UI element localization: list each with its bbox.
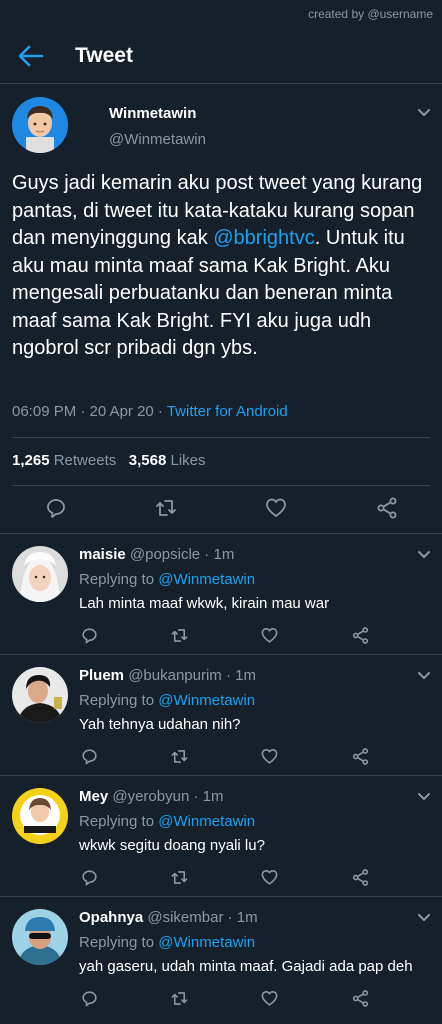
reply-header: Pluem @bukanpurim · 1m [79, 667, 256, 684]
reply-avatar[interactable] [12, 788, 68, 844]
top-bar: Tweet [0, 0, 442, 84]
replying-to: Replying to @Winmetawin [79, 692, 255, 709]
reply-icon[interactable] [80, 868, 99, 887]
retweet-label[interactable]: Retweets [54, 452, 117, 469]
heart-icon[interactable] [260, 626, 279, 645]
reply-header: Opahnya @sikembar · 1m [79, 909, 258, 926]
reply-item[interactable]: maisie @popsicle · 1m Replying to @Winme… [0, 534, 442, 654]
reply-icon[interactable] [80, 626, 99, 645]
page-title: Tweet [75, 44, 133, 67]
replying-mention-link[interactable]: @Winmetawin [158, 813, 255, 830]
retweet-icon[interactable] [170, 626, 189, 645]
reply-author-handle[interactable]: @popsicle [130, 546, 200, 563]
reply-avatar[interactable] [12, 667, 68, 723]
tweet-timestamp: 06:09 PM · 20 Apr 20 · [12, 403, 167, 420]
tweet-meta: 06:09 PM · 20 Apr 20 · Twitter for Andro… [12, 403, 288, 420]
replying-mention-link[interactable]: @Winmetawin [158, 934, 255, 951]
replying-mention-link[interactable]: @Winmetawin [158, 692, 255, 709]
retweet-icon[interactable] [154, 496, 178, 520]
reply-author-handle[interactable]: @yerobyun [112, 788, 189, 805]
author-handle[interactable]: @Winmetawin [109, 131, 206, 148]
divider [12, 485, 430, 486]
chevron-down-icon[interactable] [417, 671, 431, 681]
replying-label: Replying to [79, 692, 159, 709]
heart-icon[interactable] [264, 496, 288, 520]
replying-label: Replying to [79, 813, 159, 830]
reply-author-name[interactable]: Opahnya [79, 909, 143, 926]
reply-text: yah gaseru, udah minta maaf. Gajadi ada … [79, 958, 413, 975]
replying-label: Replying to [79, 934, 159, 951]
reply-time: · 1m [200, 546, 235, 563]
mention-link[interactable]: @bbrightvc [213, 227, 314, 249]
share-icon[interactable] [351, 626, 370, 645]
tweet-source-link[interactable]: Twitter for Android [167, 403, 288, 420]
reply-author-name[interactable]: Mey [79, 788, 108, 805]
chevron-down-icon[interactable] [417, 792, 431, 802]
reply-icon[interactable] [44, 496, 68, 520]
reply-time: · 1m [221, 667, 256, 684]
reply-header: maisie @popsicle · 1m [79, 546, 234, 563]
retweet-count[interactable]: 1,265 [12, 452, 50, 469]
reply-text: Yah tehnya udahan nih? [79, 716, 241, 733]
chevron-down-icon[interactable] [417, 108, 431, 118]
reply-icon[interactable] [80, 747, 99, 766]
reply-icon[interactable] [80, 989, 99, 1008]
share-icon[interactable] [351, 989, 370, 1008]
reply-item[interactable]: Pluem @bukanpurim · 1m Replying to @Winm… [0, 655, 442, 775]
reply-author-name[interactable]: maisie [79, 546, 126, 563]
heart-icon[interactable] [260, 747, 279, 766]
reply-text: wkwk segitu doang nyali lu? [79, 837, 265, 854]
reply-author-handle[interactable]: @sikembar [147, 909, 223, 926]
retweet-icon[interactable] [170, 747, 189, 766]
replying-to: Replying to @Winmetawin [79, 813, 255, 830]
author-avatar[interactable] [12, 97, 68, 153]
reply-time: · 1m [189, 788, 224, 805]
divider [12, 437, 430, 438]
back-arrow-icon[interactable] [16, 44, 44, 68]
like-label[interactable]: Likes [170, 452, 205, 469]
replying-mention-link[interactable]: @Winmetawin [158, 571, 255, 588]
reply-time: · 1m [223, 909, 258, 926]
retweet-icon[interactable] [170, 868, 189, 887]
replying-to: Replying to @Winmetawin [79, 571, 255, 588]
share-icon[interactable] [351, 868, 370, 887]
chevron-down-icon[interactable] [417, 913, 431, 923]
reply-avatar[interactable] [12, 909, 68, 965]
reply-author-name[interactable]: Pluem [79, 667, 124, 684]
tweet-stats: 1,265 Retweets 3,568 Likes [12, 452, 206, 469]
reply-author-handle[interactable]: @bukanpurim [128, 667, 222, 684]
heart-icon[interactable] [260, 989, 279, 1008]
author-name[interactable]: Winmetawin [109, 105, 196, 122]
tweet-text: Guys jadi kemarin aku post tweet yang ku… [12, 170, 432, 363]
retweet-icon[interactable] [170, 989, 189, 1008]
replying-label: Replying to [79, 571, 159, 588]
reply-avatar[interactable] [12, 546, 68, 602]
chevron-down-icon[interactable] [417, 550, 431, 560]
reply-item[interactable]: Opahnya @sikembar · 1m Replying to @Winm… [0, 897, 442, 1017]
share-icon[interactable] [375, 496, 399, 520]
tweet-author[interactable]: Winmetawin @Winmetawin [12, 97, 430, 157]
reply-header: Mey @yerobyun · 1m [79, 788, 223, 805]
replying-to: Replying to @Winmetawin [79, 934, 255, 951]
heart-icon[interactable] [260, 868, 279, 887]
reply-text: Lah minta maaf wkwk, kirain mau war [79, 595, 330, 612]
reply-item[interactable]: Mey @yerobyun · 1m Replying to @Winmetaw… [0, 776, 442, 896]
share-icon[interactable] [351, 747, 370, 766]
like-count[interactable]: 3,568 [129, 452, 167, 469]
